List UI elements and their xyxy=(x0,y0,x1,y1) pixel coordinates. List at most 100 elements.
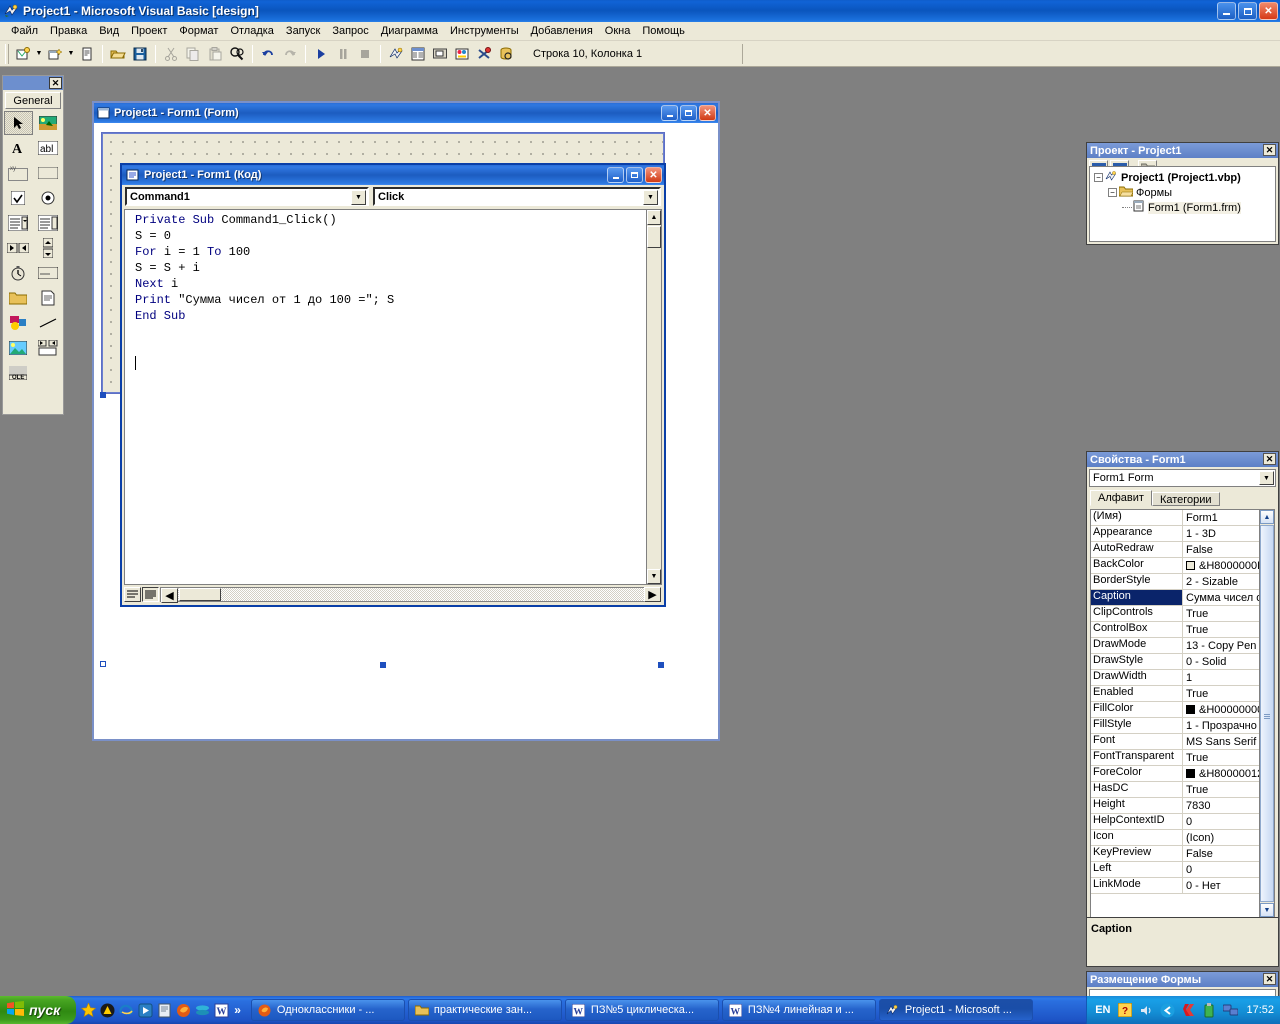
selection-handle-middle-left[interactable] xyxy=(100,392,106,398)
add-form-icon[interactable] xyxy=(44,43,66,65)
add-project-dropdown-icon[interactable]: ▼ xyxy=(34,50,44,57)
object-combobox-chevron-down-icon[interactable]: ▼ xyxy=(351,190,366,205)
toolbox-close-icon[interactable]: ✕ xyxy=(49,77,62,89)
menu-debug[interactable]: Отладка xyxy=(224,24,279,38)
messenger-icon[interactable] xyxy=(1159,1002,1175,1018)
pointer-icon[interactable] xyxy=(4,111,33,135)
form-layout-close-icon[interactable]: ✕ xyxy=(1263,973,1276,985)
property-row[interactable]: Icon (Icon) xyxy=(1091,830,1274,846)
menu-view[interactable]: Вид xyxy=(93,24,125,38)
kaspersky-icon[interactable] xyxy=(1180,1002,1196,1018)
menu-edit[interactable]: Правка xyxy=(44,24,93,38)
listbox-icon[interactable] xyxy=(34,211,63,235)
toolbox-icon[interactable] xyxy=(473,43,495,65)
taskbar-clock[interactable]: 17:52 xyxy=(1246,1004,1274,1016)
taskbar-task-button[interactable]: Одноклассники - ... xyxy=(250,999,405,1021)
add-form-dropdown-icon[interactable]: ▼ xyxy=(66,50,76,57)
properties-scrollbar[interactable]: ▲ ▼ xyxy=(1259,510,1274,917)
favorites-icon[interactable] xyxy=(80,1002,96,1018)
vertical-scroll-thumb[interactable] xyxy=(647,226,661,248)
form-layout-icon[interactable] xyxy=(429,43,451,65)
download-manager-icon[interactable] xyxy=(194,1002,210,1018)
open-project-icon[interactable] xyxy=(107,43,129,65)
language-indicator[interactable]: EN xyxy=(1095,1004,1110,1016)
property-row[interactable]: DrawMode 13 - Copy Pen xyxy=(1091,638,1274,654)
code-horizontal-scrollbar[interactable]: ◀ xyxy=(160,587,644,603)
ole-icon[interactable]: OLE xyxy=(4,361,33,385)
toolbox-tab-general[interactable]: General xyxy=(5,92,61,109)
tree-node-form1[interactable]: Form1 (Form1.frm) xyxy=(1092,200,1273,215)
property-row[interactable]: (Имя) Form1 xyxy=(1091,510,1274,526)
property-row[interactable]: BorderStyle 2 - Sizable xyxy=(1091,574,1274,590)
property-row[interactable]: Left 0 xyxy=(1091,862,1274,878)
form-close-button[interactable]: ✕ xyxy=(699,105,716,121)
property-row[interactable]: AutoRedraw False xyxy=(1091,542,1274,558)
tree-node-project[interactable]: − Project1 (Project1.vbp) xyxy=(1092,170,1273,185)
properties-scroll-down-button[interactable]: ▼ xyxy=(1260,903,1274,917)
scroll-left-button[interactable]: ◀ xyxy=(161,588,178,603)
add-project-icon[interactable] xyxy=(12,43,34,65)
procedure-view-button[interactable] xyxy=(124,587,141,602)
hscrollbar-icon[interactable] xyxy=(4,236,33,260)
menu-help[interactable]: Помощь xyxy=(636,24,691,38)
code-window[interactable]: Project1 - Form1 (Код) ✕ Command1 ▼ Clic… xyxy=(120,163,666,607)
minimize-button[interactable] xyxy=(1217,2,1236,20)
notes-icon[interactable] xyxy=(156,1002,172,1018)
internet-explorer-icon[interactable] xyxy=(118,1002,134,1018)
picturebox-icon[interactable] xyxy=(34,111,63,135)
menu-windows[interactable]: Окна xyxy=(599,24,637,38)
code-maximize-button[interactable] xyxy=(626,167,643,183)
taskbar-task-button[interactable]: W ПЗ№4 линейная и ... xyxy=(721,999,876,1021)
tab-alphabetic[interactable]: Алфавит xyxy=(1090,490,1152,506)
property-row[interactable]: ControlBox True xyxy=(1091,622,1274,638)
volume-icon[interactable] xyxy=(1138,1002,1154,1018)
scroll-down-button[interactable]: ▼ xyxy=(647,569,661,584)
property-row[interactable]: FillStyle 1 - Прозрачно xyxy=(1091,718,1274,734)
textbox-icon[interactable]: abl xyxy=(34,136,63,160)
property-row[interactable]: BackColor &H8000000F xyxy=(1091,558,1274,574)
menu-query[interactable]: Запрос xyxy=(326,24,374,38)
maximize-button[interactable] xyxy=(1238,2,1257,20)
selection-handle-bottom-center[interactable] xyxy=(380,662,386,668)
properties-window-icon[interactable] xyxy=(407,43,429,65)
network-icon[interactable] xyxy=(1222,1002,1238,1018)
procedure-combobox-chevron-down-icon[interactable]: ▼ xyxy=(643,190,658,205)
taskbar-task-button[interactable]: практические зан... xyxy=(407,999,562,1021)
media-player-icon[interactable] xyxy=(137,1002,153,1018)
taskbar-task-button[interactable]: Project1 - Microsoft ... xyxy=(878,999,1033,1021)
vscrollbar-icon[interactable] xyxy=(34,236,63,260)
data-icon[interactable] xyxy=(34,336,63,360)
menu-run[interactable]: Запуск xyxy=(280,24,326,38)
menu-editor-icon[interactable] xyxy=(76,43,98,65)
line-icon[interactable] xyxy=(34,311,63,335)
project-explorer-icon[interactable] xyxy=(385,43,407,65)
object-combobox[interactable]: Command1 ▼ xyxy=(125,187,369,206)
property-row[interactable]: Font MS Sans Serif xyxy=(1091,734,1274,750)
quick-launch-more-icon[interactable]: » xyxy=(234,1003,241,1017)
antivirus-icon[interactable] xyxy=(99,1002,115,1018)
data-view-icon[interactable] xyxy=(495,43,517,65)
firefox-icon[interactable] xyxy=(175,1002,191,1018)
selection-handle-bottom-right[interactable] xyxy=(658,662,664,668)
dirlistbox-icon[interactable] xyxy=(4,286,33,310)
form-designer-window[interactable]: Project1 - Form1 (Form) ✕ Project1 - For… xyxy=(92,101,720,741)
menu-format[interactable]: Формат xyxy=(173,24,224,38)
usb-drive-icon[interactable] xyxy=(1201,1002,1217,1018)
close-button[interactable]: ✕ xyxy=(1259,2,1278,20)
image-icon[interactable] xyxy=(4,336,33,360)
code-close-button[interactable]: ✕ xyxy=(645,167,662,183)
menu-diagram[interactable]: Диаграмма xyxy=(375,24,444,38)
frame-icon[interactable]: xy xyxy=(4,161,33,185)
scroll-up-button[interactable]: ▲ xyxy=(647,210,661,225)
tab-categorized[interactable]: Категории xyxy=(1151,492,1220,506)
commandbutton-icon[interactable] xyxy=(34,161,63,185)
property-row[interactable]: HelpContextID 0 xyxy=(1091,814,1274,830)
property-row[interactable]: FontTransparent True xyxy=(1091,750,1274,766)
start-button[interactable]: пуск xyxy=(0,996,77,1024)
timer-icon[interactable] xyxy=(4,261,33,285)
find-icon[interactable] xyxy=(226,43,248,65)
property-row[interactable]: ClipControls True xyxy=(1091,606,1274,622)
menu-file[interactable]: Файл xyxy=(5,24,44,38)
properties-object-chevron-down-icon[interactable]: ▼ xyxy=(1259,471,1274,485)
property-row[interactable]: HasDC True xyxy=(1091,782,1274,798)
